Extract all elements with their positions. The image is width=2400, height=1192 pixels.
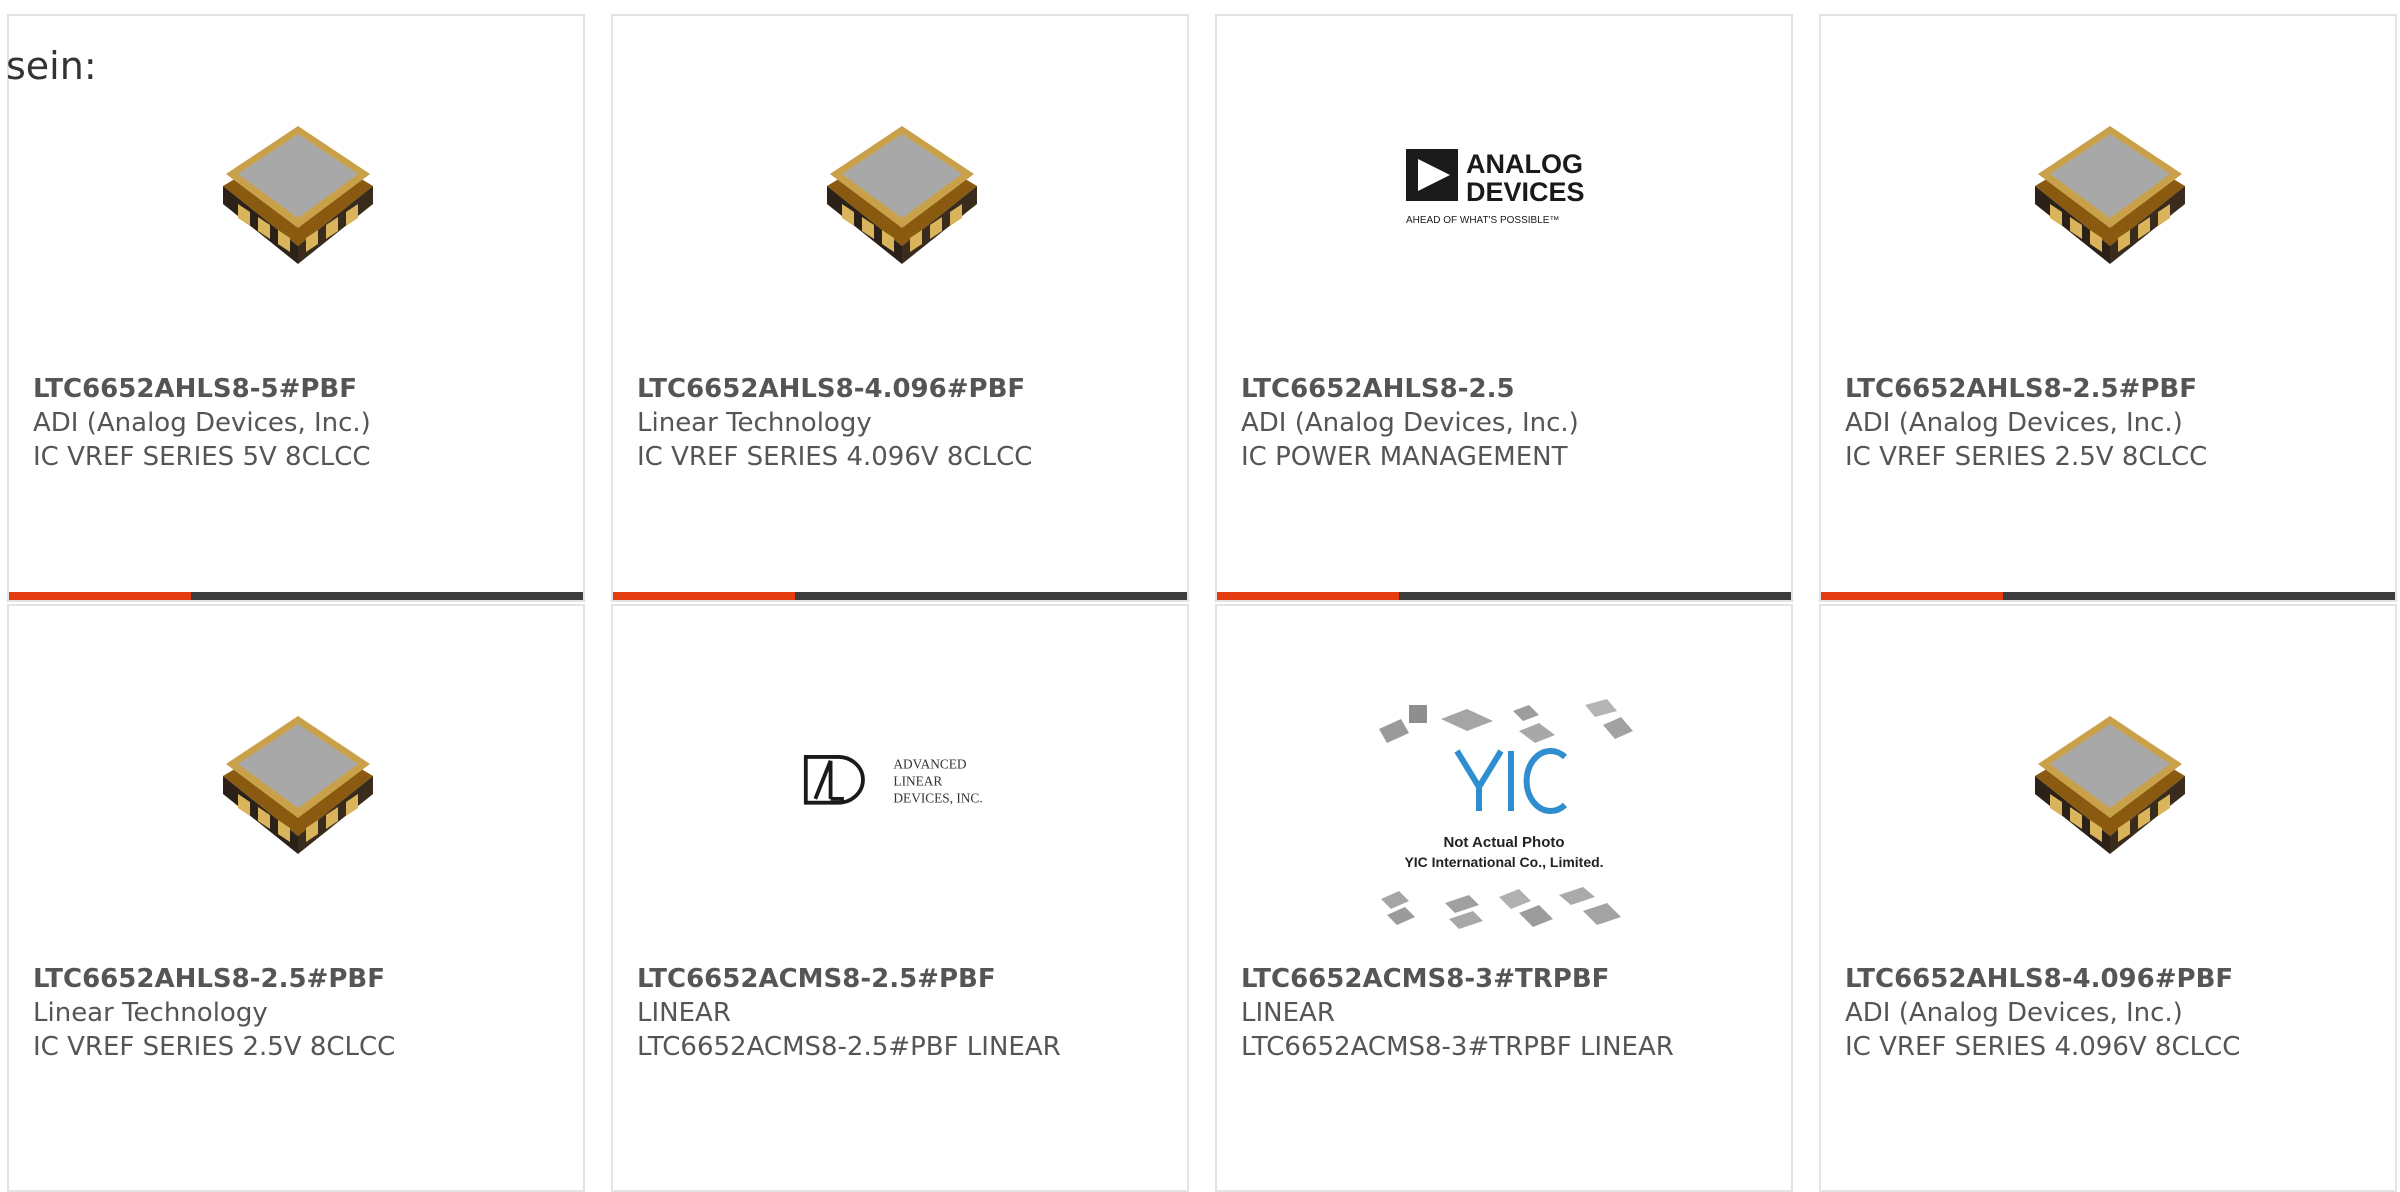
product-card[interactable]: LTC6652AHLS8-5#PBF ADI (Analog Devices, …	[7, 14, 585, 602]
yic-note-line1: Not Actual Photo	[1443, 834, 1564, 851]
product-card[interactable]: Not Actual Photo YIC International Co., …	[1215, 604, 1793, 1192]
part-number[interactable]: LTC6652ACMS8-2.5#PBF	[637, 962, 1177, 996]
description: LTC6652ACMS8-3#TRPBF LINEAR	[1241, 1032, 1674, 1062]
part-number[interactable]: LTC6652AHLS8-2.5#PBF	[33, 962, 573, 996]
product-image[interactable]	[2010, 676, 2210, 876]
part-number[interactable]: LTC6652AHLS8-2.5#PBF	[1845, 372, 2385, 406]
manufacturer: LINEAR	[1241, 998, 1335, 1028]
manufacturer: ADI (Analog Devices, Inc.)	[1241, 408, 1579, 438]
manufacturer: ADI (Analog Devices, Inc.)	[33, 408, 371, 438]
manufacturer: ADI (Analog Devices, Inc.)	[1845, 408, 2183, 438]
product-image[interactable]	[2010, 86, 2210, 286]
description: IC POWER MANAGEMENT	[1241, 442, 1568, 472]
description: IC VREF SERIES 2.5V 8CLCC	[1845, 442, 2208, 472]
manufacturer: Linear Technology	[33, 998, 268, 1028]
manufacturer: Linear Technology	[637, 408, 872, 438]
product-image[interactable]	[198, 676, 398, 876]
product-card[interactable]: ANALOG DEVICES AHEAD OF WHAT'S POSSIBLE™…	[1215, 14, 1793, 602]
product-card[interactable]: LTC6652AHLS8-4.096#PBF Linear Technology…	[611, 14, 1189, 602]
description: IC VREF SERIES 2.5V 8CLCC	[33, 1032, 396, 1062]
description: IC VREF SERIES 4.096V 8CLCC	[637, 442, 1033, 472]
yic-placeholder-image: Not Actual Photo YIC International Co., …	[1379, 699, 1633, 929]
card-progress-bar	[1821, 592, 2395, 600]
adi-logo-tagline: AHEAD OF WHAT'S POSSIBLE™	[1406, 215, 1559, 226]
product-card[interactable]: ADVANCED LINEAR DEVICES, INC. LTC6652ACM…	[611, 604, 1189, 1192]
chip-icon	[827, 126, 977, 264]
product-card[interactable]: LTC6652AHLS8-2.5#PBF ADI (Analog Devices…	[1819, 14, 2397, 602]
card-progress-bar	[613, 592, 1187, 600]
product-card[interactable]: LTC6652AHLS8-4.096#PBF ADI (Analog Devic…	[1819, 604, 2397, 1192]
analog-devices-logo: ANALOG DEVICES AHEAD OF WHAT'S POSSIBLE™	[1406, 149, 1585, 226]
card-progress-bar	[9, 592, 583, 600]
description: IC VREF SERIES 5V 8CLCC	[33, 442, 371, 472]
chip-icon	[2035, 716, 2185, 854]
card-bar-accent	[9, 592, 191, 600]
card-bar-accent	[1217, 592, 1399, 600]
part-number[interactable]: LTC6652AHLS8-2.5	[1241, 372, 1781, 406]
part-number[interactable]: LTC6652ACMS8-3#TRPBF	[1241, 962, 1781, 996]
intro-text: sein:	[6, 44, 97, 88]
product-image[interactable]: Not Actual Photo YIC International Co., …	[1369, 691, 1639, 941]
manufacturer: ADI (Analog Devices, Inc.)	[1845, 998, 2183, 1028]
ald-logo-line3: DEVICES, INC.	[893, 791, 982, 806]
adi-logo-line2: DEVICES	[1466, 177, 1585, 207]
ald-logo-line1: ADVANCED	[893, 756, 966, 771]
product-card[interactable]: LTC6652AHLS8-2.5#PBF Linear Technology I…	[7, 604, 585, 1192]
yic-note-line2: YIC International Co., Limited.	[1404, 854, 1603, 870]
advanced-linear-devices-logo: ADVANCED LINEAR DEVICES, INC.	[803, 755, 983, 806]
product-image[interactable]	[802, 86, 1002, 286]
product-image[interactable]	[198, 86, 398, 286]
chip-icon	[2035, 126, 2185, 264]
product-grid: LTC6652AHLS8-5#PBF ADI (Analog Devices, …	[0, 0, 2400, 1192]
card-progress-bar	[1217, 592, 1791, 600]
part-number[interactable]: LTC6652AHLS8-5#PBF	[33, 372, 573, 406]
chip-icon	[223, 716, 373, 854]
card-bar-accent	[1821, 592, 2003, 600]
description: IC VREF SERIES 4.096V 8CLCC	[1845, 1032, 2241, 1062]
product-image[interactable]: ANALOG DEVICES AHEAD OF WHAT'S POSSIBLE™	[1406, 86, 1606, 286]
part-number[interactable]: LTC6652AHLS8-4.096#PBF	[1845, 962, 2385, 996]
chip-icon	[223, 126, 373, 264]
card-bar-accent	[613, 592, 795, 600]
product-image[interactable]: ADVANCED LINEAR DEVICES, INC.	[802, 676, 1002, 876]
part-number[interactable]: LTC6652AHLS8-4.096#PBF	[637, 372, 1177, 406]
description: LTC6652ACMS8-2.5#PBF LINEAR	[637, 1032, 1061, 1062]
ald-logo-line2: LINEAR	[893, 774, 942, 789]
adi-logo-line1: ANALOG	[1466, 149, 1583, 179]
manufacturer: LINEAR	[637, 998, 731, 1028]
